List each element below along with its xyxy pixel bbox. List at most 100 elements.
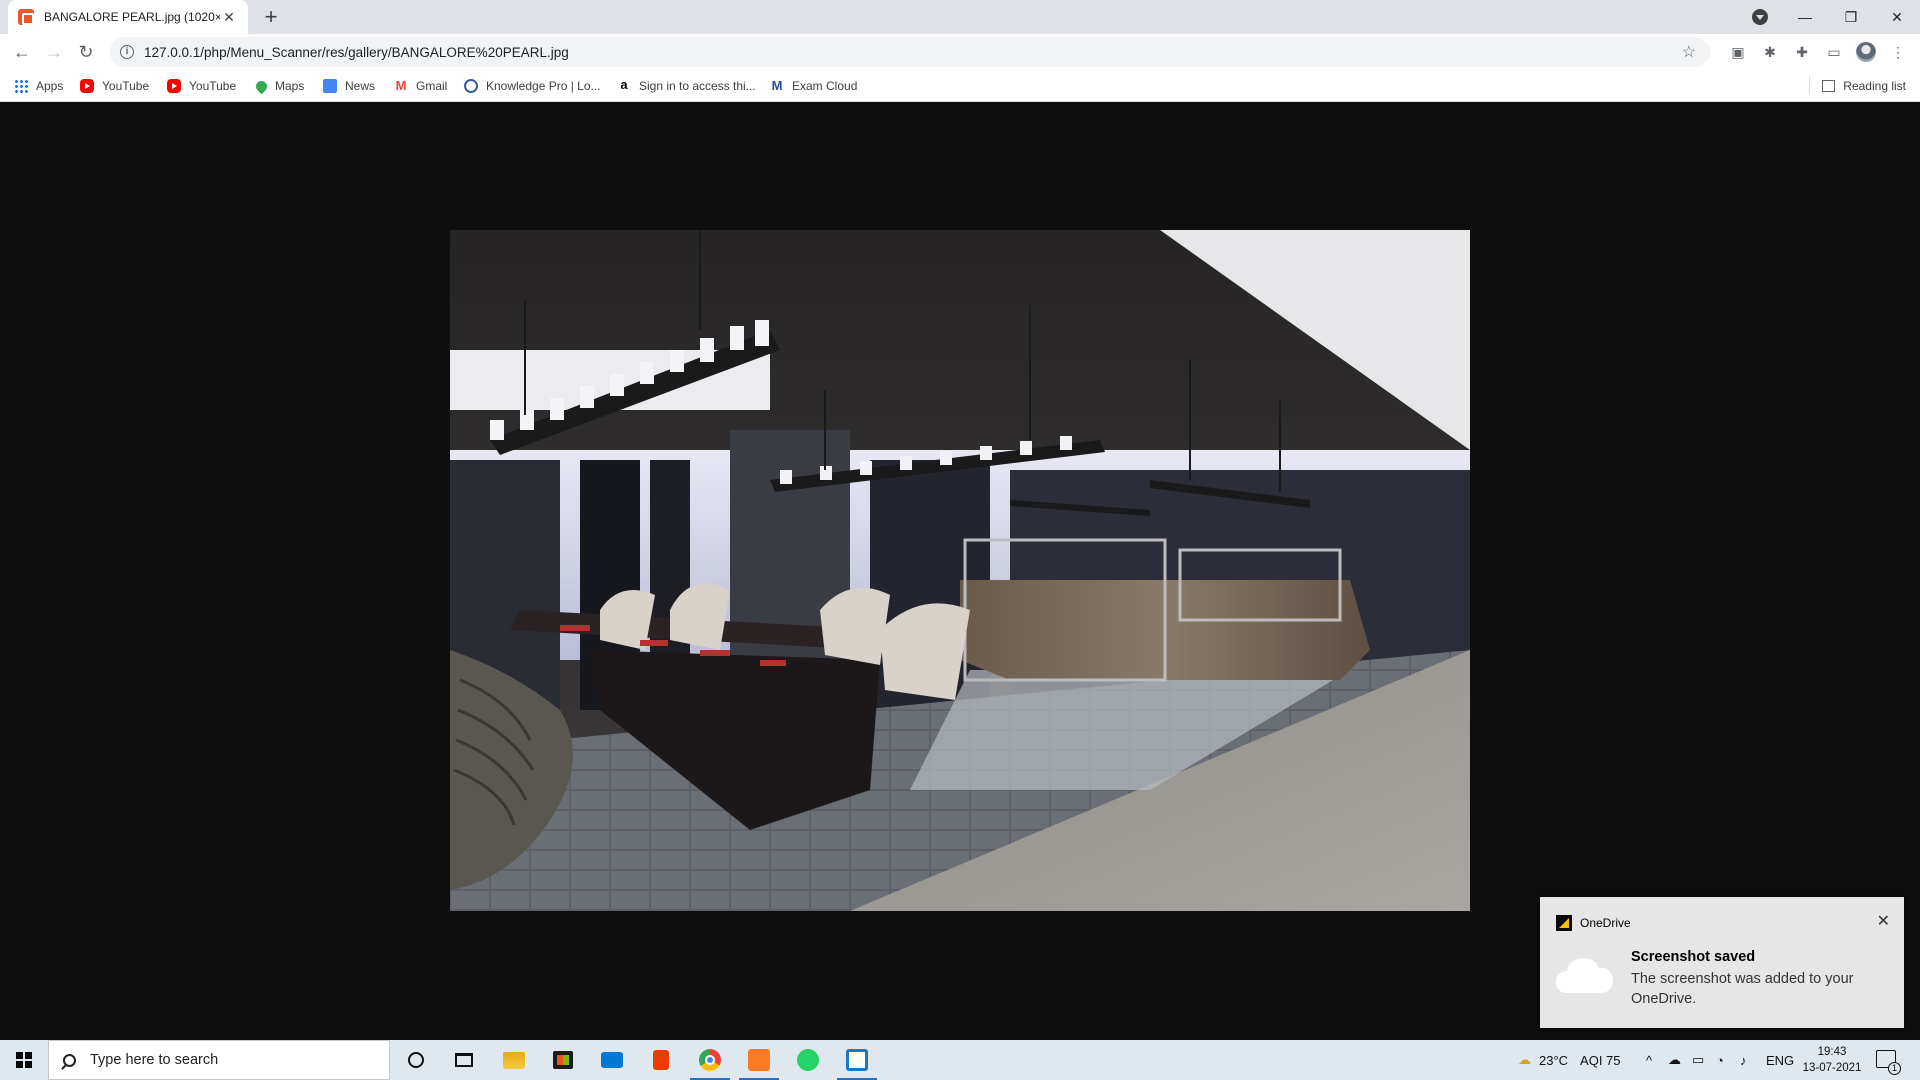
cast-icon[interactable]: ▭ [1825,43,1843,61]
office-icon [653,1050,669,1070]
gmail-icon: M [395,78,407,93]
clock-date: 13-07-2021 [1802,1062,1862,1074]
bookmark-gmail[interactable]: M Gmail [394,77,448,95]
taskbar-search-box[interactable]: Type here to search [48,1040,390,1080]
knowledge-pro-icon [464,79,478,93]
volume-icon[interactable]: ♪ [1740,1040,1747,1080]
bookmark-amazon[interactable]: a Sign in to access thi... [617,77,756,95]
toast-body: The screenshot was added to your OneDriv… [1631,971,1854,1007]
news-icon [323,79,337,93]
battery-icon[interactable]: ▭ [1692,1040,1704,1080]
address-bar[interactable]: i 127.0.0.1/php/Menu_Scanner/res/gallery… [110,37,1710,67]
start-button[interactable] [0,1040,48,1080]
new-tab-button[interactable]: + [258,4,284,30]
search-placeholder: Type here to search [90,1052,219,1068]
onedrive-tray-icon[interactable]: ☁ [1668,1040,1681,1080]
bookmark-label: Gmail [416,79,448,93]
forward-button[interactable]: → [40,38,68,66]
reading-list-icon [1822,80,1836,92]
whatsapp-icon [797,1049,819,1071]
bookmark-label: Sign in to access thi... [639,79,756,93]
taskbar-xampp[interactable] [735,1040,783,1080]
task-view-button[interactable] [440,1040,488,1080]
taskbar-file-explorer[interactable] [490,1040,538,1080]
taskbar-chrome[interactable] [686,1040,734,1080]
taskbar-store[interactable] [539,1040,587,1080]
reading-list-label: Reading list [1843,79,1906,93]
bookmarks-bar: Apps YouTube YouTube Maps News M Gmail K… [0,70,1920,102]
aqi-value: AQI 75 [1580,1052,1621,1068]
tray-overflow-chevron[interactable]: ^ [1646,1040,1652,1080]
toast-app-header: OneDrive [1556,915,1631,931]
toast-title: Screenshot saved [1631,949,1756,965]
bookmark-exam-cloud[interactable]: M Exam Cloud [770,77,858,95]
cortana-button[interactable] [392,1040,440,1080]
language-indicator[interactable]: ENG [1766,1040,1794,1080]
apps-icon [14,79,28,93]
temperature: 23°C [1539,1052,1569,1068]
tab-title: BANGALORE PEARL.jpg (1020×681) [44,10,220,24]
tab-strip: BANGALORE PEARL.jpg (1020×681) ✕ + — ❐ ✕ [0,0,1920,34]
wifi-icon[interactable]: ◔ [1716,1040,1724,1080]
restaurant-render [450,230,1470,911]
bookmark-apps[interactable]: Apps [14,77,63,95]
taskbar-app[interactable] [833,1040,881,1080]
toast-close-button[interactable]: ✕ [1877,911,1890,931]
taskbar-whatsapp[interactable] [784,1040,832,1080]
clock-time: 19:43 [1817,1046,1847,1058]
amazon-icon: a [620,77,628,92]
url-text[interactable]: 127.0.0.1/php/Menu_Scanner/res/gallery/B… [144,45,1682,60]
bookmark-label: Maps [275,79,305,93]
site-info-icon[interactable]: i [120,45,134,59]
bookmark-knowledge-pro[interactable]: Knowledge Pro | Lo... [464,77,601,95]
bookmark-label: Apps [36,79,64,93]
task-view-icon [455,1053,473,1067]
bookmark-youtube-2[interactable]: YouTube [167,77,236,95]
puzzle-icon[interactable]: ✚ [1793,43,1811,61]
youtube-icon [167,79,181,93]
bookmark-label: YouTube [189,79,237,93]
reload-button[interactable]: ↻ [72,38,100,66]
app-window-icon [846,1049,868,1071]
bookmark-label: News [345,79,376,93]
profile-avatar[interactable] [1856,42,1876,62]
maximize-button[interactable]: ❐ [1828,0,1874,34]
maps-icon [253,78,270,94]
minimize-button[interactable]: — [1782,0,1828,34]
taskbar-mail[interactable] [588,1040,636,1080]
close-window-button[interactable]: ✕ [1874,0,1920,34]
close-tab-icon[interactable]: ✕ [220,9,238,26]
mail-icon [601,1052,623,1068]
bookmark-star-icon[interactable]: ☆ [1682,42,1696,62]
cortana-icon [408,1052,424,1068]
folder-icon [503,1051,525,1069]
restaurant-interior-photo[interactable] [450,230,1470,911]
weather-icon: ☁ [1518,1052,1531,1067]
cloud-icon [1556,958,1613,993]
youtube-icon [80,79,94,93]
extension-a-icon[interactable]: ▣ [1729,43,1747,61]
taskbar-office[interactable] [637,1040,685,1080]
system-clock[interactable]: 19:43 13-07-2021 [1796,1044,1868,1076]
menu-kebab-icon[interactable]: ⋮ [1889,43,1907,61]
search-icon [63,1053,76,1067]
notification-count: 1 [1888,1062,1901,1075]
windows-icon [16,1052,32,1068]
xampp-icon [18,9,34,25]
browser-tab[interactable]: BANGALORE PEARL.jpg (1020×681) ✕ [8,0,248,34]
back-button[interactable]: ← [8,38,36,66]
taskbar: Type here to search ☁ 23°C AQI 75 ^ ☁ ▭ … [0,1040,1920,1080]
xampp-icon [748,1049,770,1071]
bookmark-youtube-1[interactable]: YouTube [80,77,149,95]
bookmark-label: Knowledge Pro | Lo... [486,79,601,93]
reading-list-button[interactable]: Reading list [1809,77,1906,95]
onedrive-app-icon [1556,915,1572,931]
weather-widget[interactable]: ☁ 23°C AQI 75 [1518,1040,1621,1080]
tab-search-icon[interactable] [1752,9,1768,25]
extension-b-icon[interactable]: ✱ [1761,43,1779,61]
bookmark-news[interactable]: News [323,77,375,95]
onedrive-notification[interactable]: OneDrive ✕ Screenshot saved The screensh… [1540,897,1904,1028]
bookmark-label: YouTube [102,79,150,93]
browser-toolbar: ← → ↻ i 127.0.0.1/php/Menu_Scanner/res/g… [0,34,1920,70]
bookmark-maps[interactable]: Maps [253,77,305,95]
